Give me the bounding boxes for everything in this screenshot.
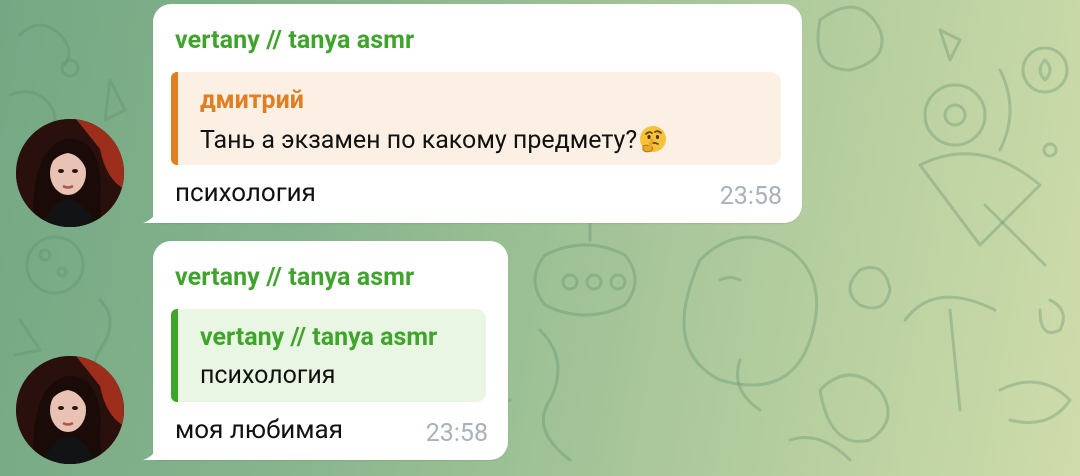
bubble-tail xyxy=(143,442,161,460)
message-text: моя любимая xyxy=(175,415,343,445)
reply-author: vertany // tanya asmr xyxy=(200,323,438,352)
reply-quote-bar xyxy=(171,72,178,165)
avatar-icon xyxy=(16,119,124,227)
reply-quote[interactable]: дмитрий Тань а экзамен по какому предмет… xyxy=(171,72,781,165)
reply-quote[interactable]: vertany // tanya asmr психология xyxy=(171,309,486,402)
sender-name[interactable]: vertany // tanya asmr xyxy=(175,263,414,292)
reply-author: дмитрий xyxy=(200,86,304,115)
bubble-tail xyxy=(143,205,161,223)
reply-quote-bar xyxy=(171,309,178,402)
reply-text: психология xyxy=(200,361,336,390)
reply-text-line: Тань а экзамен по какому предмету? xyxy=(200,124,668,155)
message-bubble[interactable]: vertany // tanya asmr дмитрий Тань а экз… xyxy=(143,4,802,223)
message-text: психология xyxy=(175,178,316,208)
message-time: 23:58 xyxy=(719,182,782,211)
avatar-icon xyxy=(16,356,124,464)
sender-avatar[interactable] xyxy=(16,356,124,464)
message-bubble[interactable]: vertany // tanya asmr vertany // tanya a… xyxy=(143,241,508,460)
thinking-face-icon xyxy=(640,126,667,153)
message-time: 23:58 xyxy=(425,419,488,448)
reply-text: Тань а экзамен по какому предмету? xyxy=(200,126,638,155)
sender-name[interactable]: vertany // tanya asmr xyxy=(175,26,414,55)
sender-avatar[interactable] xyxy=(16,119,124,227)
